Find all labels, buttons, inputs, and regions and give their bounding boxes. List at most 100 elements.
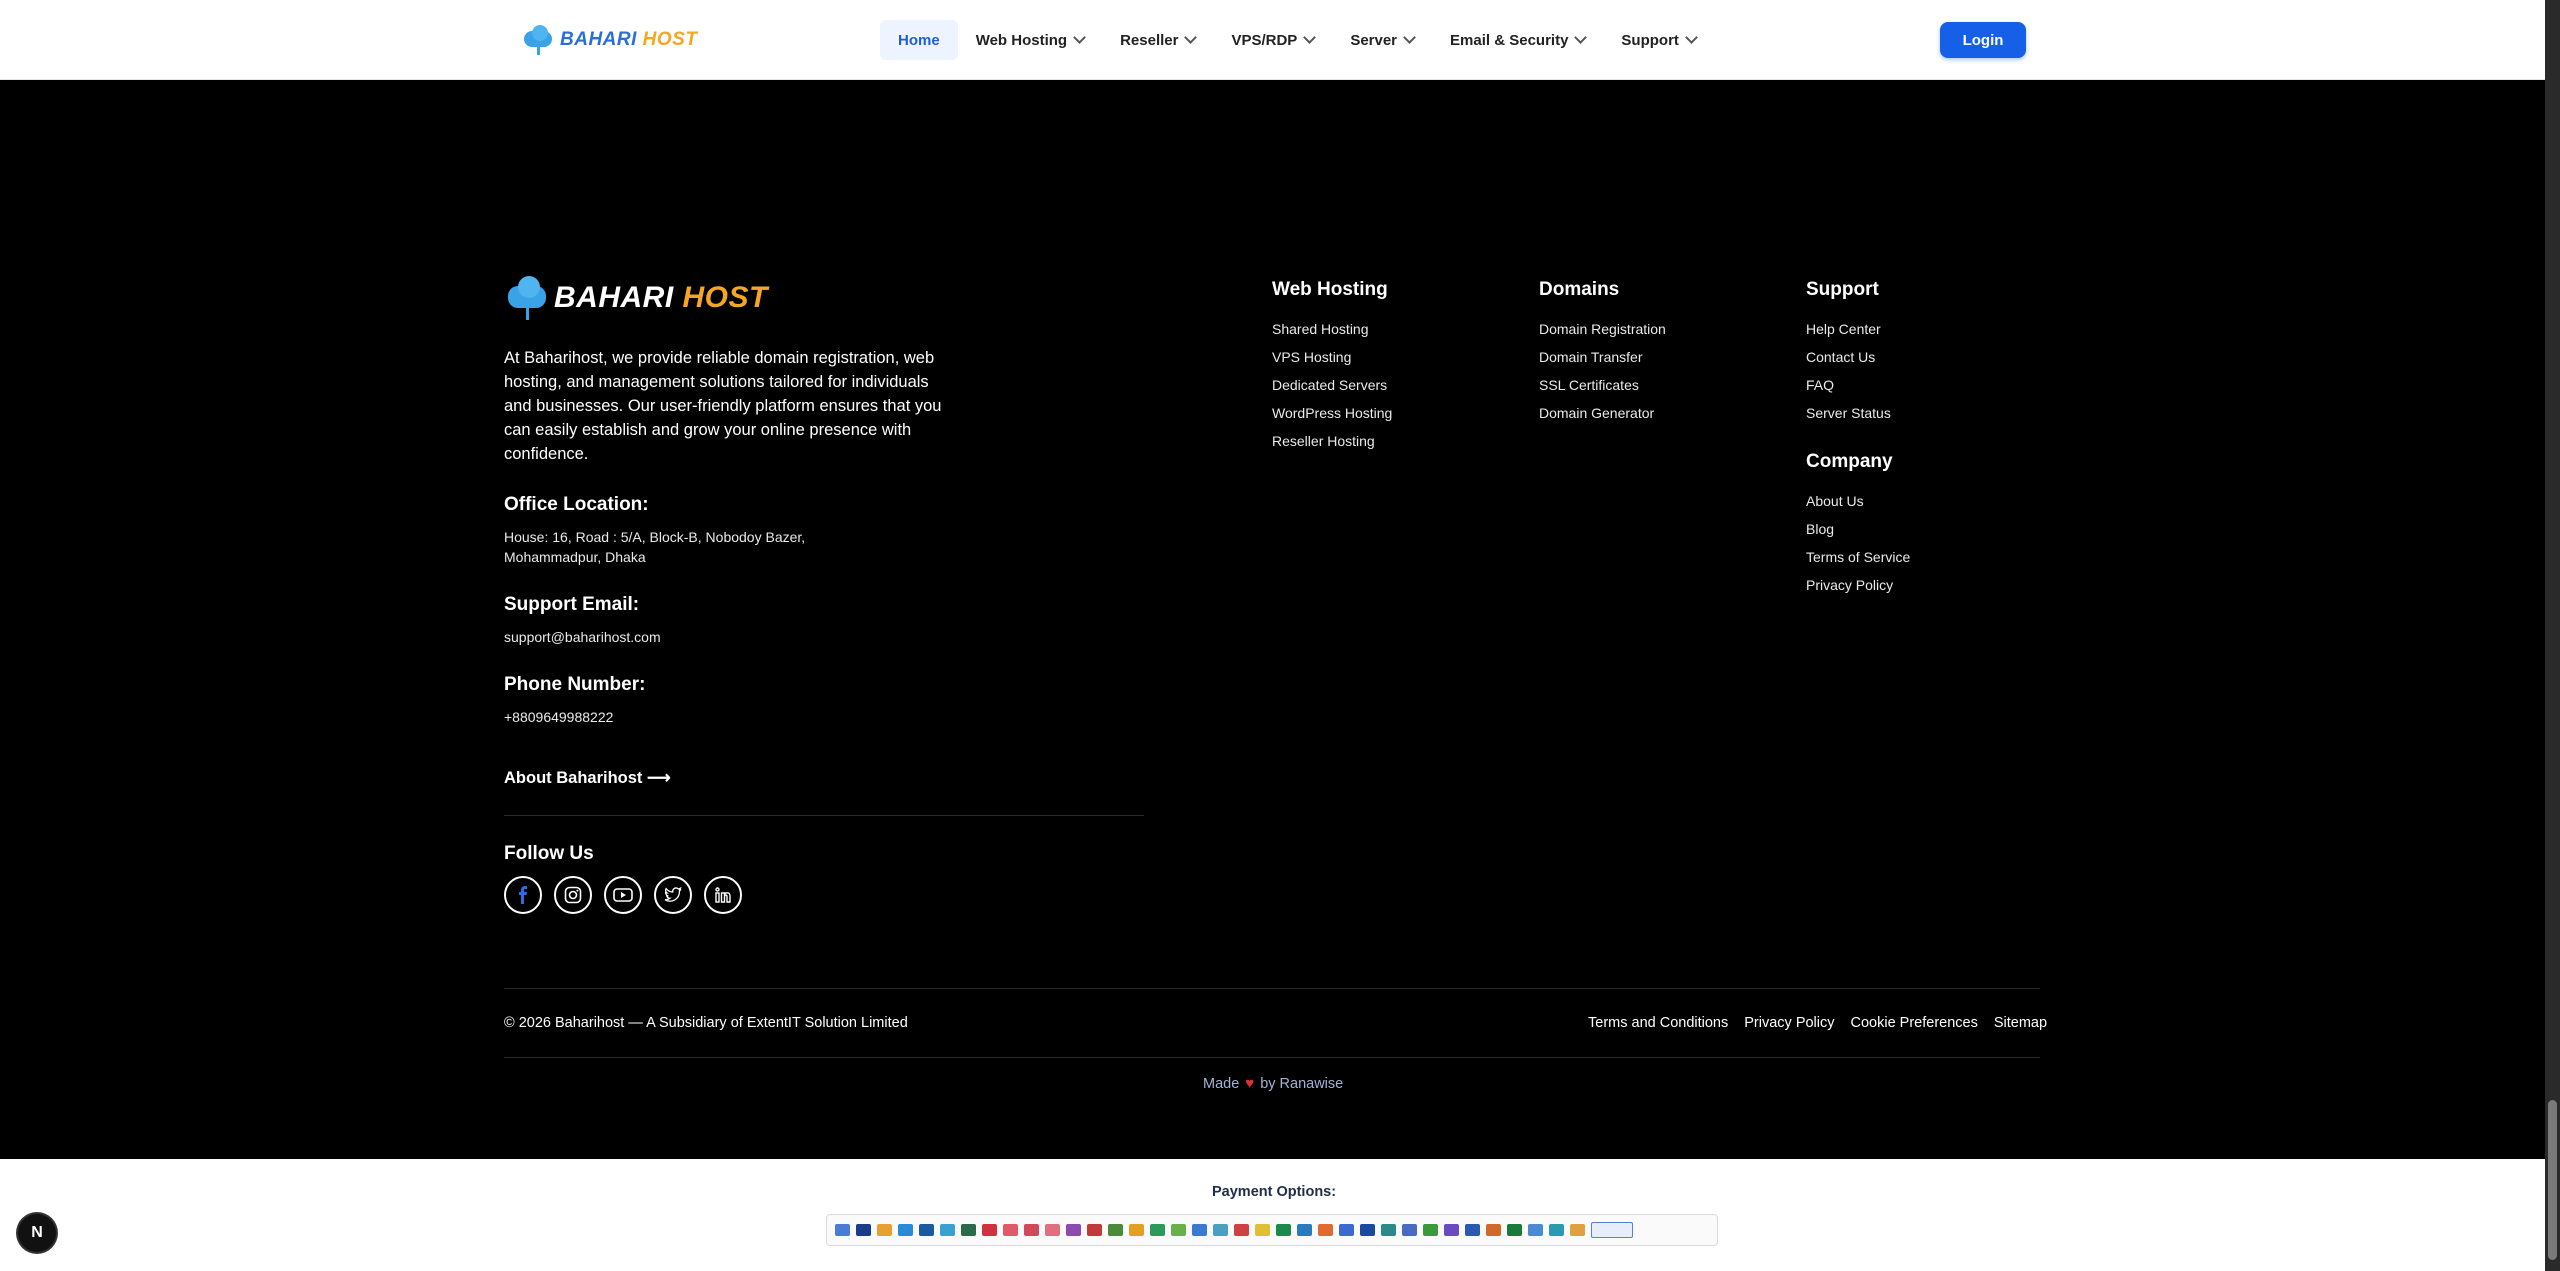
payment-logo-icon [1171,1224,1186,1236]
payment-logo-icon [1465,1224,1480,1236]
web-hosting-column: Web Hosting Shared Hosting VPS Hosting D… [1272,279,1392,455]
footer-link-faq[interactable]: FAQ [1806,371,1891,399]
payment-logo-icon [898,1224,913,1236]
payment-logo-icon [1549,1224,1564,1236]
payment-logo-icon [1297,1224,1312,1236]
nav-home[interactable]: Home [880,20,958,60]
payment-logo-icon [877,1224,892,1236]
nav-support-label: Support [1621,31,1679,49]
legal-link-terms[interactable]: Terms and Conditions [1588,1015,1728,1031]
nav-vps-rdp[interactable]: VPS/RDP [1213,20,1332,60]
nav-web-hosting[interactable]: Web Hosting [958,20,1102,60]
footer-link-server-status[interactable]: Server Status [1806,399,1891,427]
cloud-logo-icon [520,25,556,55]
footer-link-ssl-certificates[interactable]: SSL Certificates [1539,371,1666,399]
company-column-title: Company [1806,451,1893,472]
web-hosting-column-title: Web Hosting [1272,279,1388,300]
chevron-down-icon [1303,31,1317,44]
footer-link-vps-hosting[interactable]: VPS Hosting [1272,343,1392,371]
payment-logo-icon [1024,1224,1039,1236]
bottom-divider-bottom [504,1057,2040,1058]
office-location-heading: Office Location: [504,494,649,515]
payment-logo-icon [982,1224,997,1236]
payment-logo-icon [1276,1224,1291,1236]
nav-support[interactable]: Support [1603,20,1714,60]
cloud-logo-icon [504,276,550,320]
footer-link-domain-generator[interactable]: Domain Generator [1539,399,1666,427]
nav-home-label: Home [898,31,940,49]
footer-link-domain-transfer[interactable]: Domain Transfer [1539,343,1666,371]
nav-vps-rdp-label: VPS/RDP [1231,31,1298,49]
made-by-link[interactable]: by Ranawise [1260,1076,1343,1092]
payment-logo-icon [1234,1224,1249,1236]
payment-logo-icon [1486,1224,1501,1236]
youtube-icon[interactable] [604,876,642,914]
payment-logo-icon [1108,1224,1123,1236]
footer-link-help-center[interactable]: Help Center [1806,315,1891,343]
payment-logo-icon [1150,1224,1165,1236]
floating-n-button[interactable]: N [18,1214,56,1252]
phone-number-heading: Phone Number: [504,674,646,695]
footer-link-shared-hosting[interactable]: Shared Hosting [1272,315,1392,343]
footer-link-terms-of-service[interactable]: Terms of Service [1806,543,1910,571]
logo-word-1: BAHARI [560,29,637,50]
footer-logo-word-1: BAHARI [554,281,674,314]
nav-web-hosting-label: Web Hosting [975,31,1068,49]
payment-logo-icon [1213,1224,1228,1236]
footer-logo[interactable]: BAHARI HOST [504,276,768,320]
page-scrollbar[interactable] [2545,0,2560,1271]
payment-logo-icon [1003,1224,1018,1236]
footer-link-wordpress-hosting[interactable]: WordPress Hosting [1272,399,1392,427]
about-baharihost-link[interactable]: About Baharihost ⟶ [504,768,671,788]
payment-logo-icon [1129,1224,1144,1236]
about-description: At Baharihost, we provide reliable domai… [504,349,942,463]
footer-link-about-us[interactable]: About Us [1806,487,1910,515]
nav-reseller-label: Reseller [1120,31,1179,49]
footer-link-privacy-policy[interactable]: Privacy Policy [1806,571,1910,599]
payment-logo-icon [1318,1224,1333,1236]
copyright-text: © 2026 Baharihost — A Subsidiary of Exte… [504,1015,908,1031]
footer-link-contact-us[interactable]: Contact Us [1806,343,1891,371]
nav-server[interactable]: Server [1332,20,1432,60]
logo-word-2: HOST [642,29,698,50]
twitter-icon[interactable] [654,876,692,914]
payment-logo-icon [1255,1224,1270,1236]
footer-link-dedicated-servers[interactable]: Dedicated Servers [1272,371,1392,399]
linkedin-icon[interactable] [704,876,742,914]
legal-link-sitemap[interactable]: Sitemap [1994,1015,2047,1031]
chevron-down-icon [1685,31,1698,44]
payment-options-title: Payment Options: [1212,1184,1337,1200]
payment-logo-icon [1444,1224,1459,1236]
scrollbar-thumb[interactable] [2548,1100,2557,1260]
site-header: BAHARI HOST Home Web Hosting Reseller VP… [0,0,2545,80]
nav-reseller[interactable]: Reseller [1102,20,1213,60]
made-prefix: Made [1203,1075,1240,1092]
support-email-link[interactable]: support@baharihost.com [504,627,661,647]
payment-logo-icon [1570,1224,1585,1236]
login-button[interactable]: Login [1940,22,2026,58]
domains-column: Domains Domain Registration Domain Trans… [1539,279,1666,427]
nav-email-security[interactable]: Email & Security [1432,20,1603,60]
footer-logo-word-2: HOST [682,281,768,314]
made-by-credit: Made ♥ by Ranawise [1203,1075,1343,1092]
header-logo[interactable]: BAHARI HOST [520,22,697,58]
office-address: House: 16, Road : 5/A, Block-B, Nobodoy … [504,527,805,567]
payment-logo-icon [1381,1224,1396,1236]
facebook-icon[interactable] [504,876,542,914]
footer-link-blog[interactable]: Blog [1806,515,1910,543]
payment-logo-icon [1402,1224,1417,1236]
office-address-line-2: Mohammadpur, Dhaka [504,549,646,565]
payment-logo-icon [1087,1224,1102,1236]
legal-link-privacy[interactable]: Privacy Policy [1744,1015,1834,1031]
payment-logo-icon [1045,1224,1060,1236]
footer-link-domain-registration[interactable]: Domain Registration [1539,315,1666,343]
phone-number-link[interactable]: +8809649988222 [504,707,613,727]
legal-link-cookie-preferences[interactable]: Cookie Preferences [1851,1015,1978,1031]
payment-logo-icon [1192,1224,1207,1236]
footer-link-reseller-hosting[interactable]: Reseller Hosting [1272,427,1392,455]
payment-logo-icon [1423,1224,1438,1236]
instagram-icon[interactable] [554,876,592,914]
payment-logo-icon [1339,1224,1354,1236]
payment-logo-icon [1591,1222,1633,1238]
follow-us-heading: Follow Us [504,843,594,864]
